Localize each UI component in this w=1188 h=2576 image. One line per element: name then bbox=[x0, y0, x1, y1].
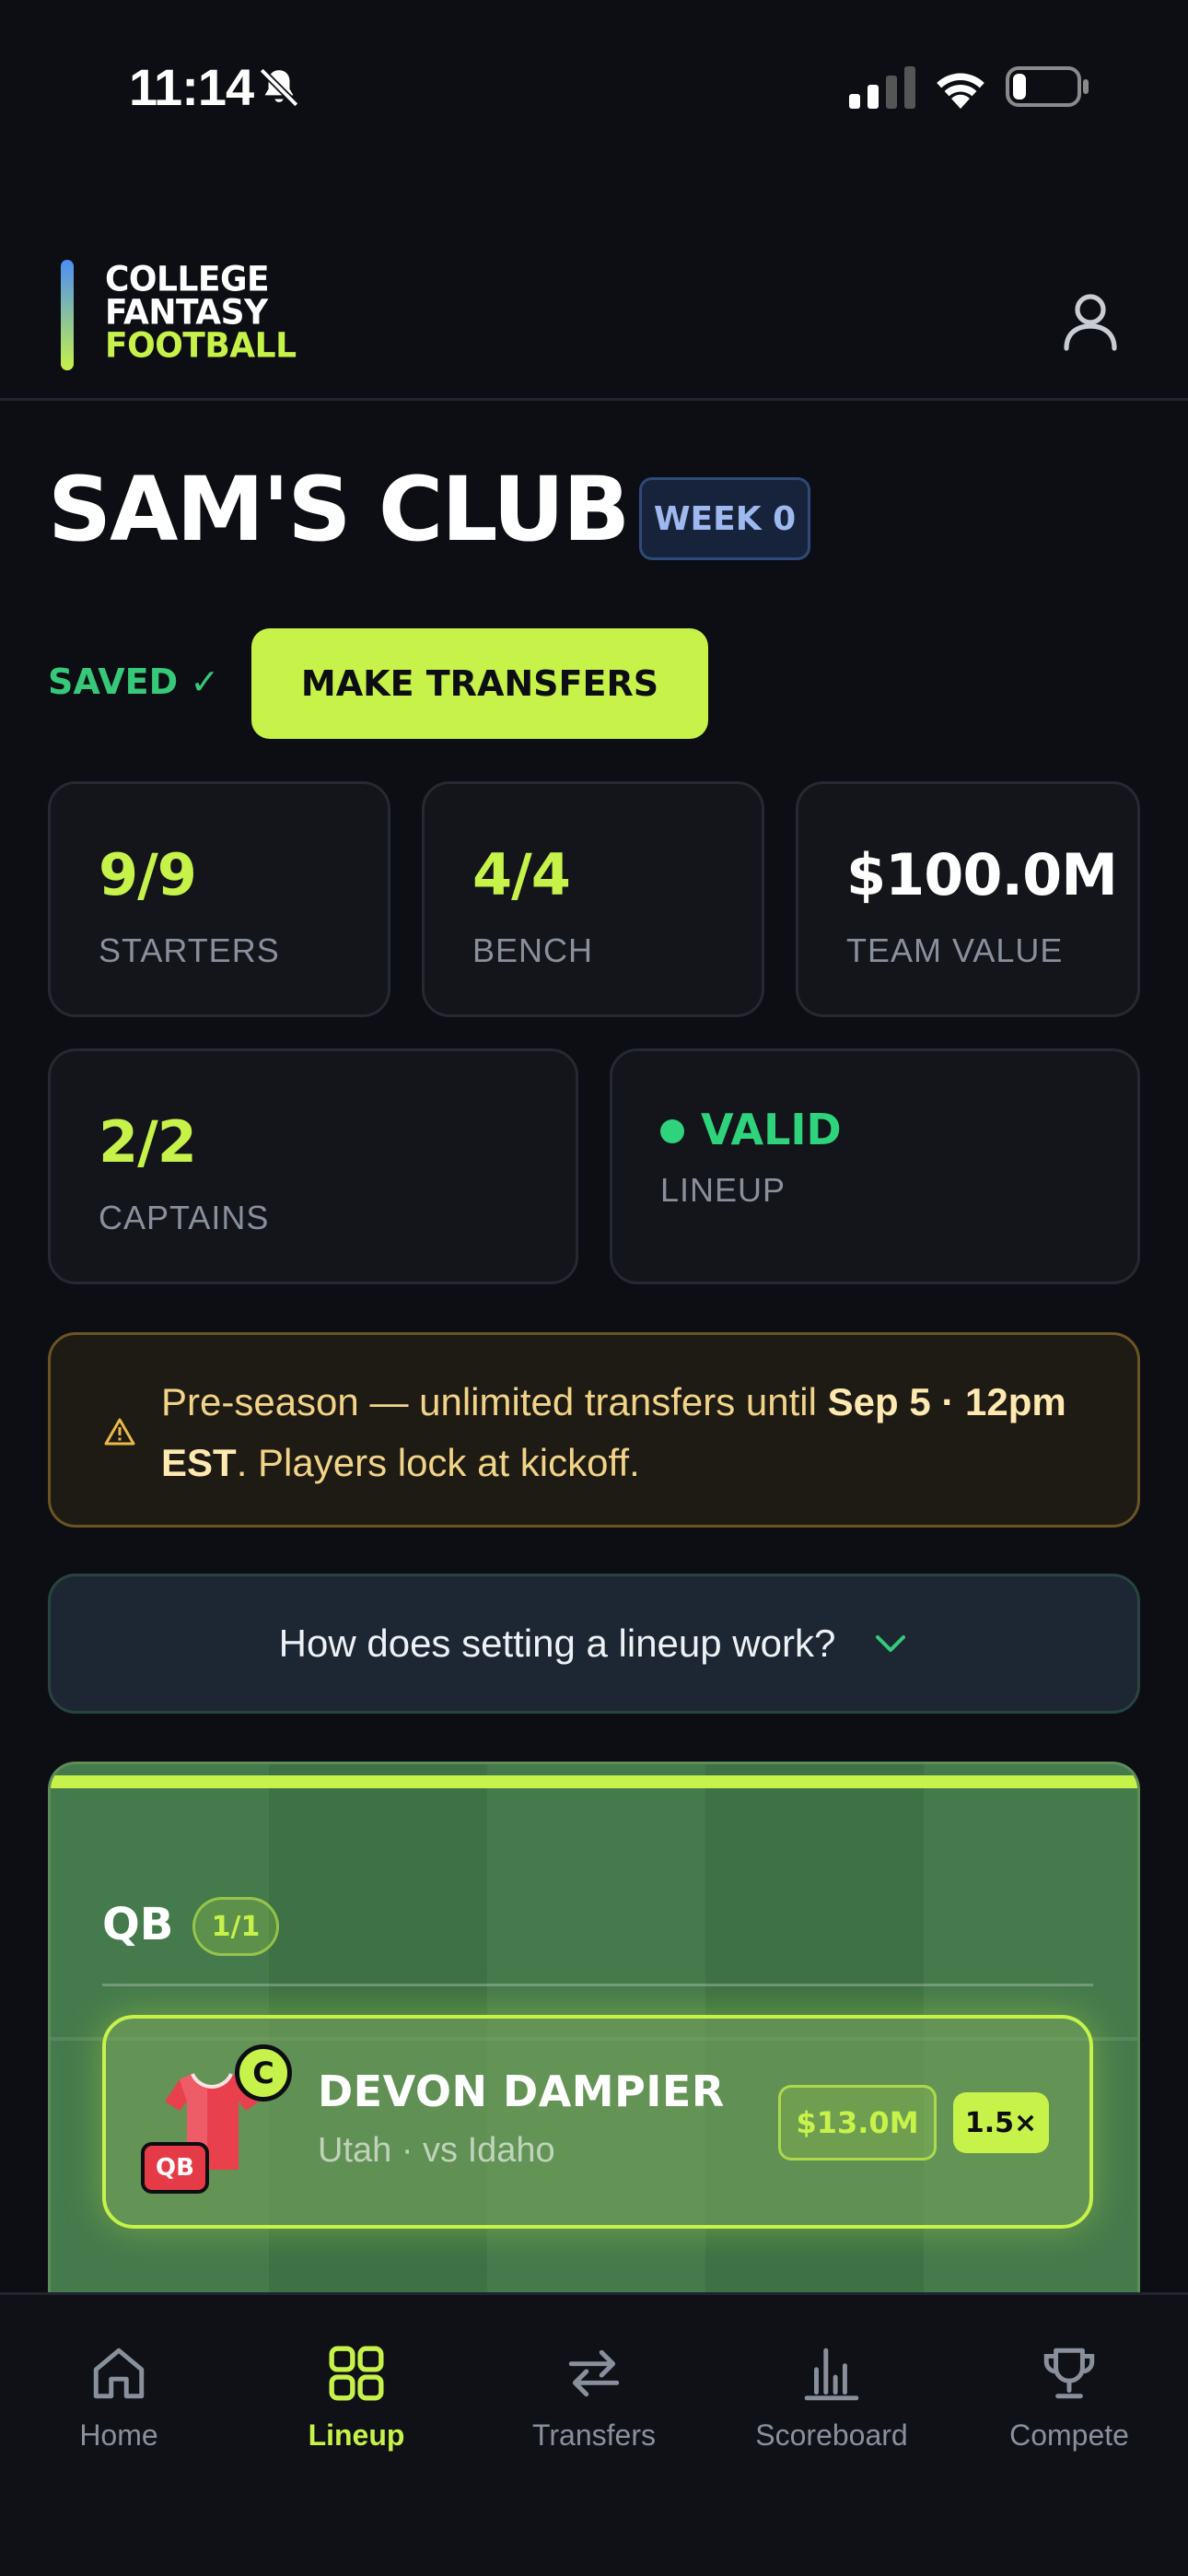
home-icon bbox=[93, 2348, 145, 2399]
status-time: 11:14 bbox=[129, 58, 254, 116]
captain-badge: C bbox=[235, 2044, 292, 2102]
stat-card-starters: 9/9 STARTERS bbox=[48, 781, 390, 1017]
saved-status: SAVED ✓ bbox=[48, 662, 220, 702]
stat-label: TEAM VALUE bbox=[846, 931, 1064, 969]
tab-home[interactable]: Home bbox=[0, 2343, 238, 2481]
app-logo[interactable]: COLLEGE FANTASY FOOTBALL bbox=[105, 263, 297, 366]
notice-text-part: . Players lock at kickoff. bbox=[236, 1441, 640, 1484]
stat-value: 9/9 bbox=[99, 841, 197, 908]
chevron-down-icon bbox=[876, 1635, 906, 1652]
stat-card-lineup-status: VALID LINEUP bbox=[610, 1048, 1140, 1284]
logo-accent-bar bbox=[61, 260, 74, 370]
stat-value: $100.0M bbox=[846, 841, 1118, 908]
swap-arrows-icon bbox=[568, 2349, 620, 2397]
position-tag: QB bbox=[141, 2142, 209, 2194]
player-card[interactable]: C QB DEVON DAMPIER Utah · vs Idaho $13.0… bbox=[102, 2015, 1093, 2229]
tab-label: Scoreboard bbox=[755, 2418, 908, 2452]
stat-card-team-value: $100.0M TEAM VALUE bbox=[796, 781, 1140, 1017]
bottom-tab-bar: Home Lineup Transfers Scoreboard Compete bbox=[0, 2292, 1188, 2576]
position-divider bbox=[102, 1984, 1093, 1986]
stat-value: 2/2 bbox=[99, 1108, 197, 1176]
make-transfers-button[interactable]: MAKE TRANSFERS bbox=[251, 628, 708, 739]
warning-icon bbox=[104, 1418, 135, 1446]
player-team-matchup: Utah · vs Idaho bbox=[318, 2131, 555, 2170]
stat-card-bench: 4/4 BENCH bbox=[422, 781, 764, 1017]
tab-label: Home bbox=[79, 2418, 158, 2452]
player-price-badge: $13.0M bbox=[778, 2085, 937, 2160]
tab-lineup[interactable]: Lineup bbox=[238, 2343, 475, 2481]
tab-scoreboard[interactable]: Scoreboard bbox=[713, 2343, 950, 2481]
logo-line-football: FOOTBALL bbox=[105, 325, 297, 366]
tab-label: Lineup bbox=[308, 2418, 405, 2452]
stat-value: 4/4 bbox=[472, 841, 571, 908]
player-name: DEVON DAMPIER bbox=[318, 2067, 725, 2116]
lineup-valid-text: VALID bbox=[701, 1105, 842, 1154]
stat-label: STARTERS bbox=[99, 931, 280, 969]
tab-compete[interactable]: Compete bbox=[950, 2343, 1188, 2481]
lineup-help-accordion[interactable]: How does setting a lineup work? bbox=[48, 1574, 1140, 1714]
bar-chart-icon bbox=[804, 2348, 859, 2401]
notice-text-part: Pre-season — unlimited transfers until bbox=[161, 1380, 828, 1423]
profile-icon[interactable] bbox=[1057, 287, 1124, 354]
captain-multiplier-badge: 1.5× bbox=[953, 2092, 1049, 2153]
lineup-help-label: How does setting a lineup work? bbox=[278, 1622, 836, 1665]
valid-status-dot bbox=[660, 1119, 684, 1143]
tab-transfers[interactable]: Transfers bbox=[475, 2343, 713, 2481]
stat-label: LINEUP bbox=[660, 1171, 786, 1209]
preseason-notice: Pre-season — unlimited transfers until S… bbox=[48, 1332, 1140, 1528]
position-label: QB bbox=[102, 1899, 174, 1950]
team-name: SAM'S CLUB bbox=[48, 458, 630, 561]
stat-label: CAPTAINS bbox=[99, 1199, 270, 1236]
status-bar: 11:14 bbox=[0, 0, 1188, 175]
wifi-icon bbox=[937, 73, 984, 109]
stat-card-captains: 2/2 CAPTAINS bbox=[48, 1048, 578, 1284]
grid-icon bbox=[329, 2346, 384, 2401]
bell-muted-icon bbox=[259, 67, 299, 108]
app-header: COLLEGE FANTASY FOOTBALL bbox=[0, 249, 1188, 401]
battery-icon bbox=[1006, 66, 1089, 107]
week-badge: WEEK 0 bbox=[639, 477, 810, 560]
trophy-icon bbox=[1043, 2348, 1095, 2399]
pitch-accent-stripe bbox=[51, 1775, 1137, 1788]
notice-text: Pre-season — unlimited transfers until S… bbox=[161, 1372, 1101, 1493]
cellular-signal-icon bbox=[849, 66, 915, 109]
tab-label: Compete bbox=[1009, 2418, 1129, 2452]
lineup-pitch: QB 1/1 C QB DEVON DAMPIER Utah · vs Idah… bbox=[48, 1762, 1140, 2300]
position-count-badge: 1/1 bbox=[192, 1897, 279, 1956]
stat-label: BENCH bbox=[472, 931, 594, 969]
tab-label: Transfers bbox=[532, 2418, 656, 2452]
